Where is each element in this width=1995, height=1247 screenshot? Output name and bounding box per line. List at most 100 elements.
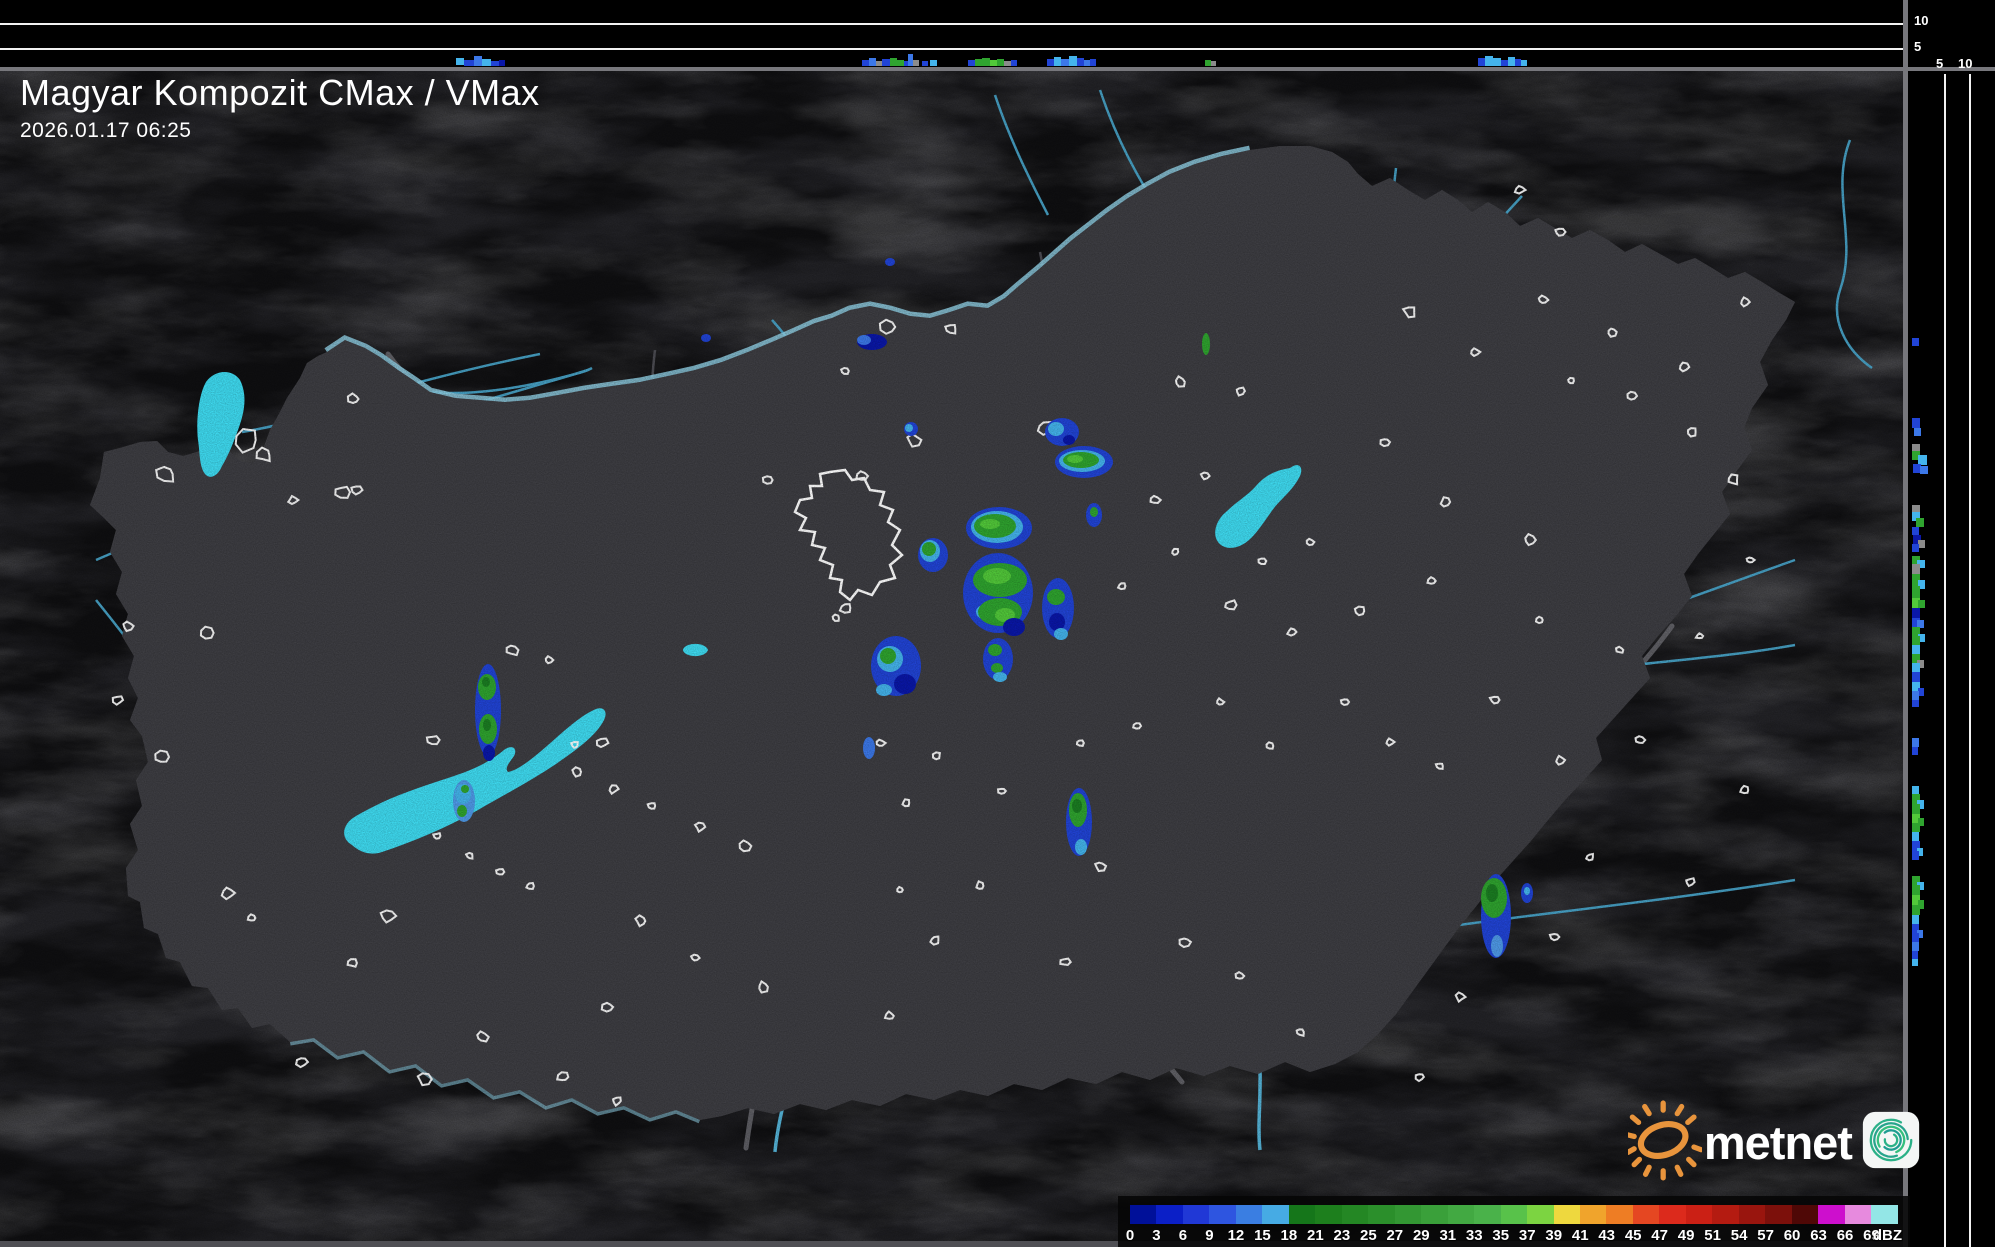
colorbar-tick-label: 21 xyxy=(1307,1227,1324,1244)
profile-echo-pixel xyxy=(1912,804,1920,814)
profile-echo-pixel xyxy=(890,58,897,66)
profile-echo-pixel xyxy=(474,56,482,66)
profile-echo-pixel xyxy=(1912,672,1920,682)
profile-echo-pixel xyxy=(1912,786,1919,794)
profile-echo-pixel xyxy=(1912,942,1919,951)
axis-tick-label: 10 xyxy=(1914,13,1929,28)
colorbar-tick-label: 25 xyxy=(1360,1227,1377,1244)
profile-echo-pixel xyxy=(1912,544,1919,552)
profile-echo-pixel xyxy=(882,59,890,66)
colorbar-cell xyxy=(1527,1205,1554,1224)
radar-composite-page: Magyar Kompozit CMax / VMax 2026.01.17 0… xyxy=(0,0,1995,1247)
colorbar-tick-label: 18 xyxy=(1280,1227,1298,1244)
colorbar-tick-label: 3 xyxy=(1152,1227,1161,1244)
profile-echo-pixel xyxy=(1912,505,1920,512)
sun-icon xyxy=(1628,1100,1702,1181)
profile-echo-pixel xyxy=(1912,905,1920,915)
colorbar-tick-label: 9 xyxy=(1205,1227,1214,1244)
profile-echo-pixel xyxy=(908,54,913,66)
map-right-border xyxy=(1903,0,1908,1247)
profile-echo-pixel xyxy=(1914,428,1921,436)
colorbar-cell xyxy=(1262,1205,1289,1224)
terrain-grain xyxy=(0,69,1903,1247)
profile-echo-pixel xyxy=(1917,620,1924,628)
profile-echo-pixel xyxy=(1912,885,1920,895)
colorbar-cell xyxy=(1368,1205,1395,1224)
page-title: Magyar Kompozit CMax / VMax xyxy=(20,72,540,113)
profile-echo-pixel xyxy=(1478,58,1485,66)
colorbar-cell xyxy=(1474,1205,1501,1224)
colorbar-cell xyxy=(1765,1205,1792,1224)
profile-echo-pixel xyxy=(1918,455,1927,465)
profile-echo-pixel xyxy=(456,58,464,65)
profile-echo-pixel xyxy=(1912,564,1920,574)
colorbar-cell xyxy=(1553,1205,1580,1224)
radar-map-canvas xyxy=(0,0,1995,1247)
profile-echo-pixel xyxy=(930,60,937,66)
profile-echo-pixel xyxy=(1912,691,1919,700)
profile-echo-pixel xyxy=(1916,518,1924,527)
colorbar-cells xyxy=(1130,1205,1898,1224)
profile-echo-pixel xyxy=(1515,59,1521,66)
profile-echo-pixel xyxy=(1912,959,1918,966)
profile-echo-pixel xyxy=(1521,60,1527,66)
profile-echo-pixel xyxy=(1912,915,1919,924)
profile-echo-pixel xyxy=(968,60,975,66)
colorbar-cell xyxy=(1579,1205,1607,1224)
profile-echo-pixel xyxy=(869,58,876,66)
colorbar-tick-label: 29 xyxy=(1412,1227,1430,1244)
profile-echo-pixel xyxy=(913,60,919,66)
colorbar-cell xyxy=(1791,1205,1819,1224)
logo-wordmark: metnet xyxy=(1703,1115,1853,1169)
profile-echo-pixel xyxy=(1011,60,1017,66)
colorbar-cell xyxy=(1156,1205,1183,1224)
profile-echo-pixel xyxy=(922,61,928,66)
axis-tick-label: 10 xyxy=(1958,56,1973,71)
profile-echo-pixel xyxy=(1047,59,1054,66)
colorbar-cell xyxy=(1738,1205,1766,1224)
colorbar-tick-label: 6 xyxy=(1178,1227,1188,1244)
colorbar-tick-label: 0 xyxy=(1125,1227,1135,1244)
colorbar-tick-label: 51 xyxy=(1704,1227,1721,1244)
profile-echo-pixel xyxy=(1493,58,1501,66)
profile-echo-pixel xyxy=(1061,59,1069,66)
profile-echo-pixel xyxy=(491,61,499,66)
profile-echo-pixel xyxy=(464,60,474,66)
colorbar-cell xyxy=(1288,1205,1316,1224)
profile-echo-pixel xyxy=(1090,59,1096,66)
timestamp: 2026.01.17 06:25 xyxy=(20,119,192,143)
dbz-colorbar: 0 3 6 9 12 15 18 21 23 25 27 29 31 33 35 37 39 41 43 45 47 49… xyxy=(1118,1196,1910,1247)
profile-echo-pixel xyxy=(1054,57,1061,66)
profile-echo-pixel xyxy=(1912,663,1920,672)
colorbar-cell xyxy=(1182,1205,1210,1224)
colorbar-tick-label: 66 xyxy=(1836,1227,1854,1244)
profile-echo-pixel xyxy=(1211,61,1216,66)
axis-tick-label: 5 xyxy=(1936,56,1944,71)
map-base-layer xyxy=(0,69,1903,1247)
profile-echo-pixel xyxy=(1918,600,1925,608)
profile-echo-pixel xyxy=(1912,645,1920,654)
profile-echo-pixel xyxy=(1912,444,1920,451)
profile-echo-pixel xyxy=(1912,851,1919,860)
profile-echo-pixel xyxy=(1913,464,1921,473)
metnet-app-icon xyxy=(1862,1111,1920,1169)
colorbar-cell xyxy=(1659,1205,1686,1224)
profile-echo-pixel xyxy=(1912,832,1919,841)
colorbar-tick-label: 33 xyxy=(1465,1227,1483,1244)
metnet-logo[interactable]: metnet xyxy=(1628,1096,1920,1184)
axis-tick-label: 5 xyxy=(1914,39,1922,54)
profile-echo-pixel xyxy=(1912,636,1920,645)
colorbar-cell xyxy=(1632,1205,1660,1224)
map-top-border xyxy=(0,67,1995,71)
profile-echo-pixel xyxy=(1912,823,1920,832)
profile-echo-pixel xyxy=(897,60,904,66)
colorbar-cell xyxy=(1315,1205,1342,1224)
colorbar-tick-label: 63 xyxy=(1810,1227,1827,1244)
colorbar-tick-label: 43 xyxy=(1598,1227,1616,1244)
profile-echo-pixel xyxy=(990,60,997,66)
colorbar-tick-label: 27 xyxy=(1386,1227,1404,1244)
profile-echo-pixel xyxy=(982,58,990,66)
profile-echo-pixel xyxy=(997,59,1004,66)
profile-echo-pixel xyxy=(1004,61,1011,66)
top-profile-strip xyxy=(0,0,1903,69)
